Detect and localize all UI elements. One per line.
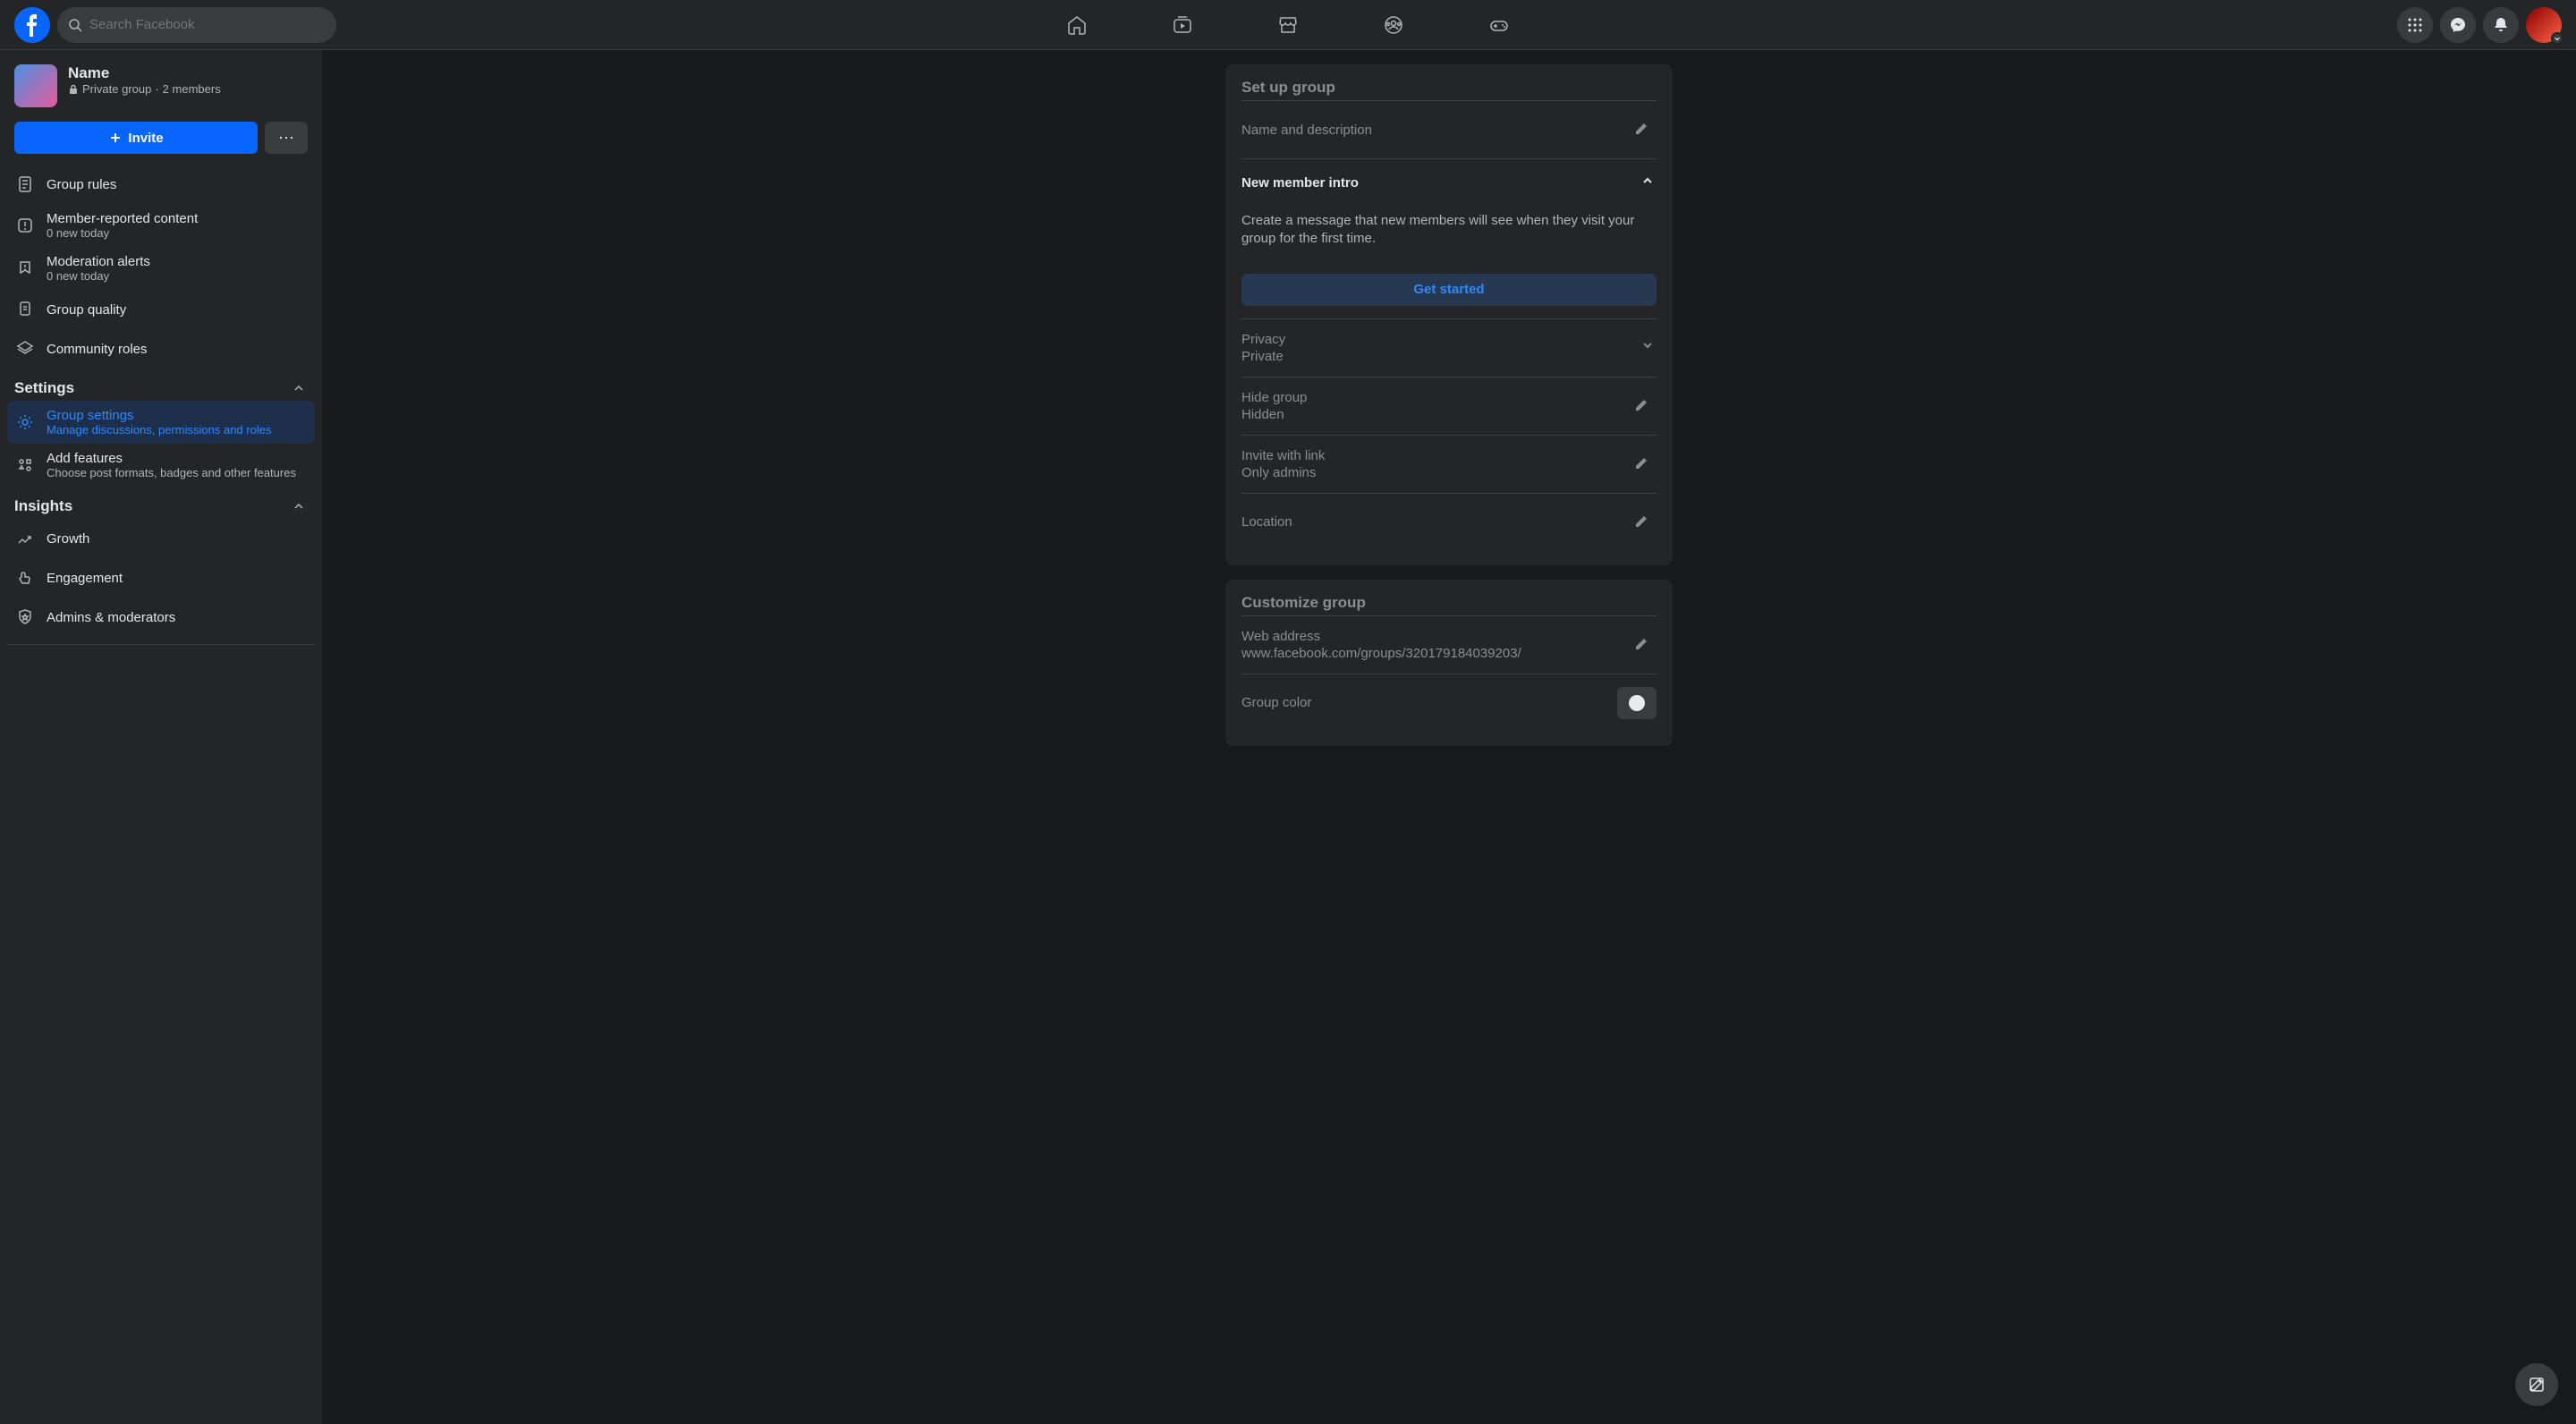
menu-button[interactable] [2397,7,2433,43]
account-avatar[interactable] [2526,7,2562,43]
sidebar-item-admins-moderators[interactable]: Admins & moderators [7,598,315,637]
compose-icon [2528,1376,2546,1394]
more-actions-button[interactable]: ⋯ [265,122,308,154]
messenger-button[interactable] [2440,7,2476,43]
engagement-icon [14,567,36,589]
pencil-icon [1631,636,1649,654]
main-content: Set up group Name and description New me… [322,50,2576,1424]
bell-icon [2492,16,2510,34]
caret-down-icon [2551,32,2563,45]
edit-invite-link-button[interactable] [1624,448,1657,480]
group-header[interactable]: Name Private group · 2 members [7,64,315,122]
setting-privacy[interactable]: Privacy Private [1241,318,1657,377]
group-meta: Private group · 2 members [68,82,221,96]
chevron-up-icon [290,379,308,397]
setting-new-member-intro[interactable]: New member intro Create a message that n… [1241,158,1657,318]
sidebar: Name Private group · 2 members Invite ⋯ … [0,50,322,1424]
edit-name-description-button[interactable] [1624,114,1657,146]
gear-icon [14,411,36,433]
setting-hide-group[interactable]: Hide group Hidden [1241,377,1657,435]
setting-location[interactable]: Location [1241,493,1657,551]
sidebar-item-group-quality[interactable]: Group quality [7,290,315,329]
search-input-wrapper[interactable] [57,7,336,43]
features-icon [14,454,36,476]
setup-title: Set up group [1241,79,1657,97]
lock-icon [68,84,79,95]
chevron-down-icon[interactable] [1639,336,1657,359]
group-thumbnail [14,64,57,107]
video-icon [1172,14,1193,36]
groups-icon [1383,14,1404,36]
get-started-button[interactable]: Get started [1241,274,1657,306]
chevron-up-icon [290,497,308,515]
top-navigation [0,0,2576,50]
shield-icon [14,606,36,628]
grid-icon [2406,16,2424,34]
search-icon [68,18,82,32]
settings-section-header[interactable]: Settings [7,369,315,401]
sidebar-item-moderation-alerts[interactable]: Moderation alerts0 new today [7,247,315,290]
search-input[interactable] [89,17,326,32]
rules-icon [14,174,36,195]
sidebar-item-community-roles[interactable]: Community roles [7,329,315,369]
setting-invite-with-link[interactable]: Invite with link Only admins [1241,435,1657,493]
color-dot [1629,695,1645,711]
ellipsis-icon: ⋯ [278,129,294,148]
marketplace-icon [1277,14,1299,36]
report-icon [14,215,36,236]
group-color-swatch[interactable] [1617,687,1657,719]
alerts-icon [14,258,36,279]
roles-icon [14,338,36,360]
sidebar-item-group-settings[interactable]: Group settingsManage discussions, permis… [7,401,315,444]
pencil-icon [1631,455,1649,473]
chevron-up-icon[interactable] [1639,172,1657,194]
nav-gaming[interactable] [1450,0,1548,50]
setting-group-color[interactable]: Group color [1241,674,1657,732]
edit-hide-group-button[interactable] [1624,390,1657,422]
sidebar-item-group-rules[interactable]: Group rules [7,165,315,204]
insights-section-header[interactable]: Insights [7,487,315,519]
home-icon [1066,14,1088,36]
setting-name-description[interactable]: Name and description [1241,100,1657,158]
gaming-icon [1488,14,1510,36]
pencil-icon [1631,121,1649,139]
edit-web-address-button[interactable] [1624,629,1657,661]
pencil-icon [1631,513,1649,531]
plus-icon [108,131,123,145]
nav-groups[interactable] [1344,0,1443,50]
notifications-button[interactable] [2483,7,2519,43]
growth-icon [14,528,36,549]
sidebar-item-growth[interactable]: Growth [7,519,315,558]
setup-group-card: Set up group Name and description New me… [1225,64,1673,565]
facebook-logo[interactable] [14,7,50,43]
divider [7,644,315,645]
quality-icon [14,299,36,320]
edit-location-button[interactable] [1624,506,1657,538]
sidebar-item-add-features[interactable]: Add featuresChoose post formats, badges … [7,444,315,487]
nav-video[interactable] [1133,0,1232,50]
nav-home[interactable] [1028,0,1126,50]
nav-marketplace[interactable] [1239,0,1337,50]
setting-web-address[interactable]: Web address www.facebook.com/groups/3201… [1241,615,1657,674]
pencil-icon [1631,397,1649,415]
customize-title: Customize group [1241,594,1657,612]
sidebar-item-member-reported[interactable]: Member-reported content0 new today [7,204,315,247]
customize-group-card: Customize group Web address www.facebook… [1225,580,1673,746]
compose-button[interactable] [2515,1363,2558,1406]
invite-button[interactable]: Invite [14,122,258,154]
sidebar-item-engagement[interactable]: Engagement [7,558,315,598]
messenger-icon [2449,16,2467,34]
group-name: Name [68,64,221,82]
